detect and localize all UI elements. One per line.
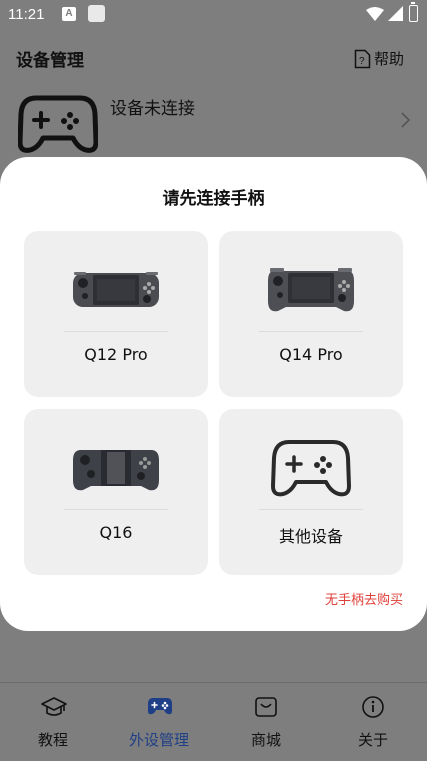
device-card-label: Q12 Pro [84,345,148,364]
gamepad-outline-icon [259,433,363,503]
nav-tutorial[interactable]: 教程 [0,683,106,761]
battery-icon [409,2,418,22]
card-divider [259,331,363,332]
nav-label: 关于 [357,731,388,749]
help-document-icon: ? [354,49,371,68]
nav-label: 教程 [37,731,68,749]
gamepad-icon [18,95,98,153]
device-card-q16[interactable]: Q16 [24,409,208,575]
q12-pro-controller-image [64,255,168,325]
info-icon [362,696,384,718]
device-card-other[interactable]: 其他设备 [219,409,403,575]
q16-controller-image [64,433,168,503]
device-card-q14-pro[interactable]: Q14 Pro [219,231,403,397]
device-card-label: 其他设备 [278,527,343,546]
shopping-bag-icon [255,697,277,717]
card-divider [64,331,168,332]
nav-label: 商城 [250,731,281,749]
notification-square-icon [88,5,105,22]
device-card-label: Q16 [99,523,133,542]
chevron-right-icon [401,112,410,128]
device-status-text: 设备未连接 [110,99,195,119]
nav-store[interactable]: 商城 [213,683,319,761]
card-divider [64,509,168,510]
nav-about[interactable]: 关于 [320,683,426,761]
q14-pro-controller-image [259,255,363,325]
status-bar: 11:21 A [0,0,427,30]
status-time: 11:21 [8,6,45,23]
device-card-label: Q14 Pro [279,345,343,364]
page-title: 设备管理 [16,51,84,71]
gamepad-icon [148,698,172,715]
svg-text:?: ? [359,56,365,67]
help-button[interactable]: ? 帮助 [354,48,404,69]
buy-controller-link[interactable]: 无手柄去购买 [325,589,403,608]
wifi-icon [366,7,384,21]
nav-label: 外设管理 [128,731,189,749]
signal-icon [388,6,403,21]
notification-a-icon: A [62,7,76,21]
device-card-q12-pro[interactable]: Q12 Pro [24,231,208,397]
nav-peripherals[interactable]: 外设管理 [106,683,212,761]
device-row[interactable]: 设备未连接 [0,86,427,158]
connect-controller-dialog: 请先连接手柄 Q12 Pro Q14 Pro Q16 其他设备 无手柄去购买 [0,157,427,631]
bottom-nav: 教程 外设管理 商城 关于 [0,682,427,761]
dialog-title: 请先连接手柄 [162,189,265,209]
graduation-cap-icon [41,697,67,716]
help-label: 帮助 [374,50,405,68]
card-divider [259,509,363,510]
